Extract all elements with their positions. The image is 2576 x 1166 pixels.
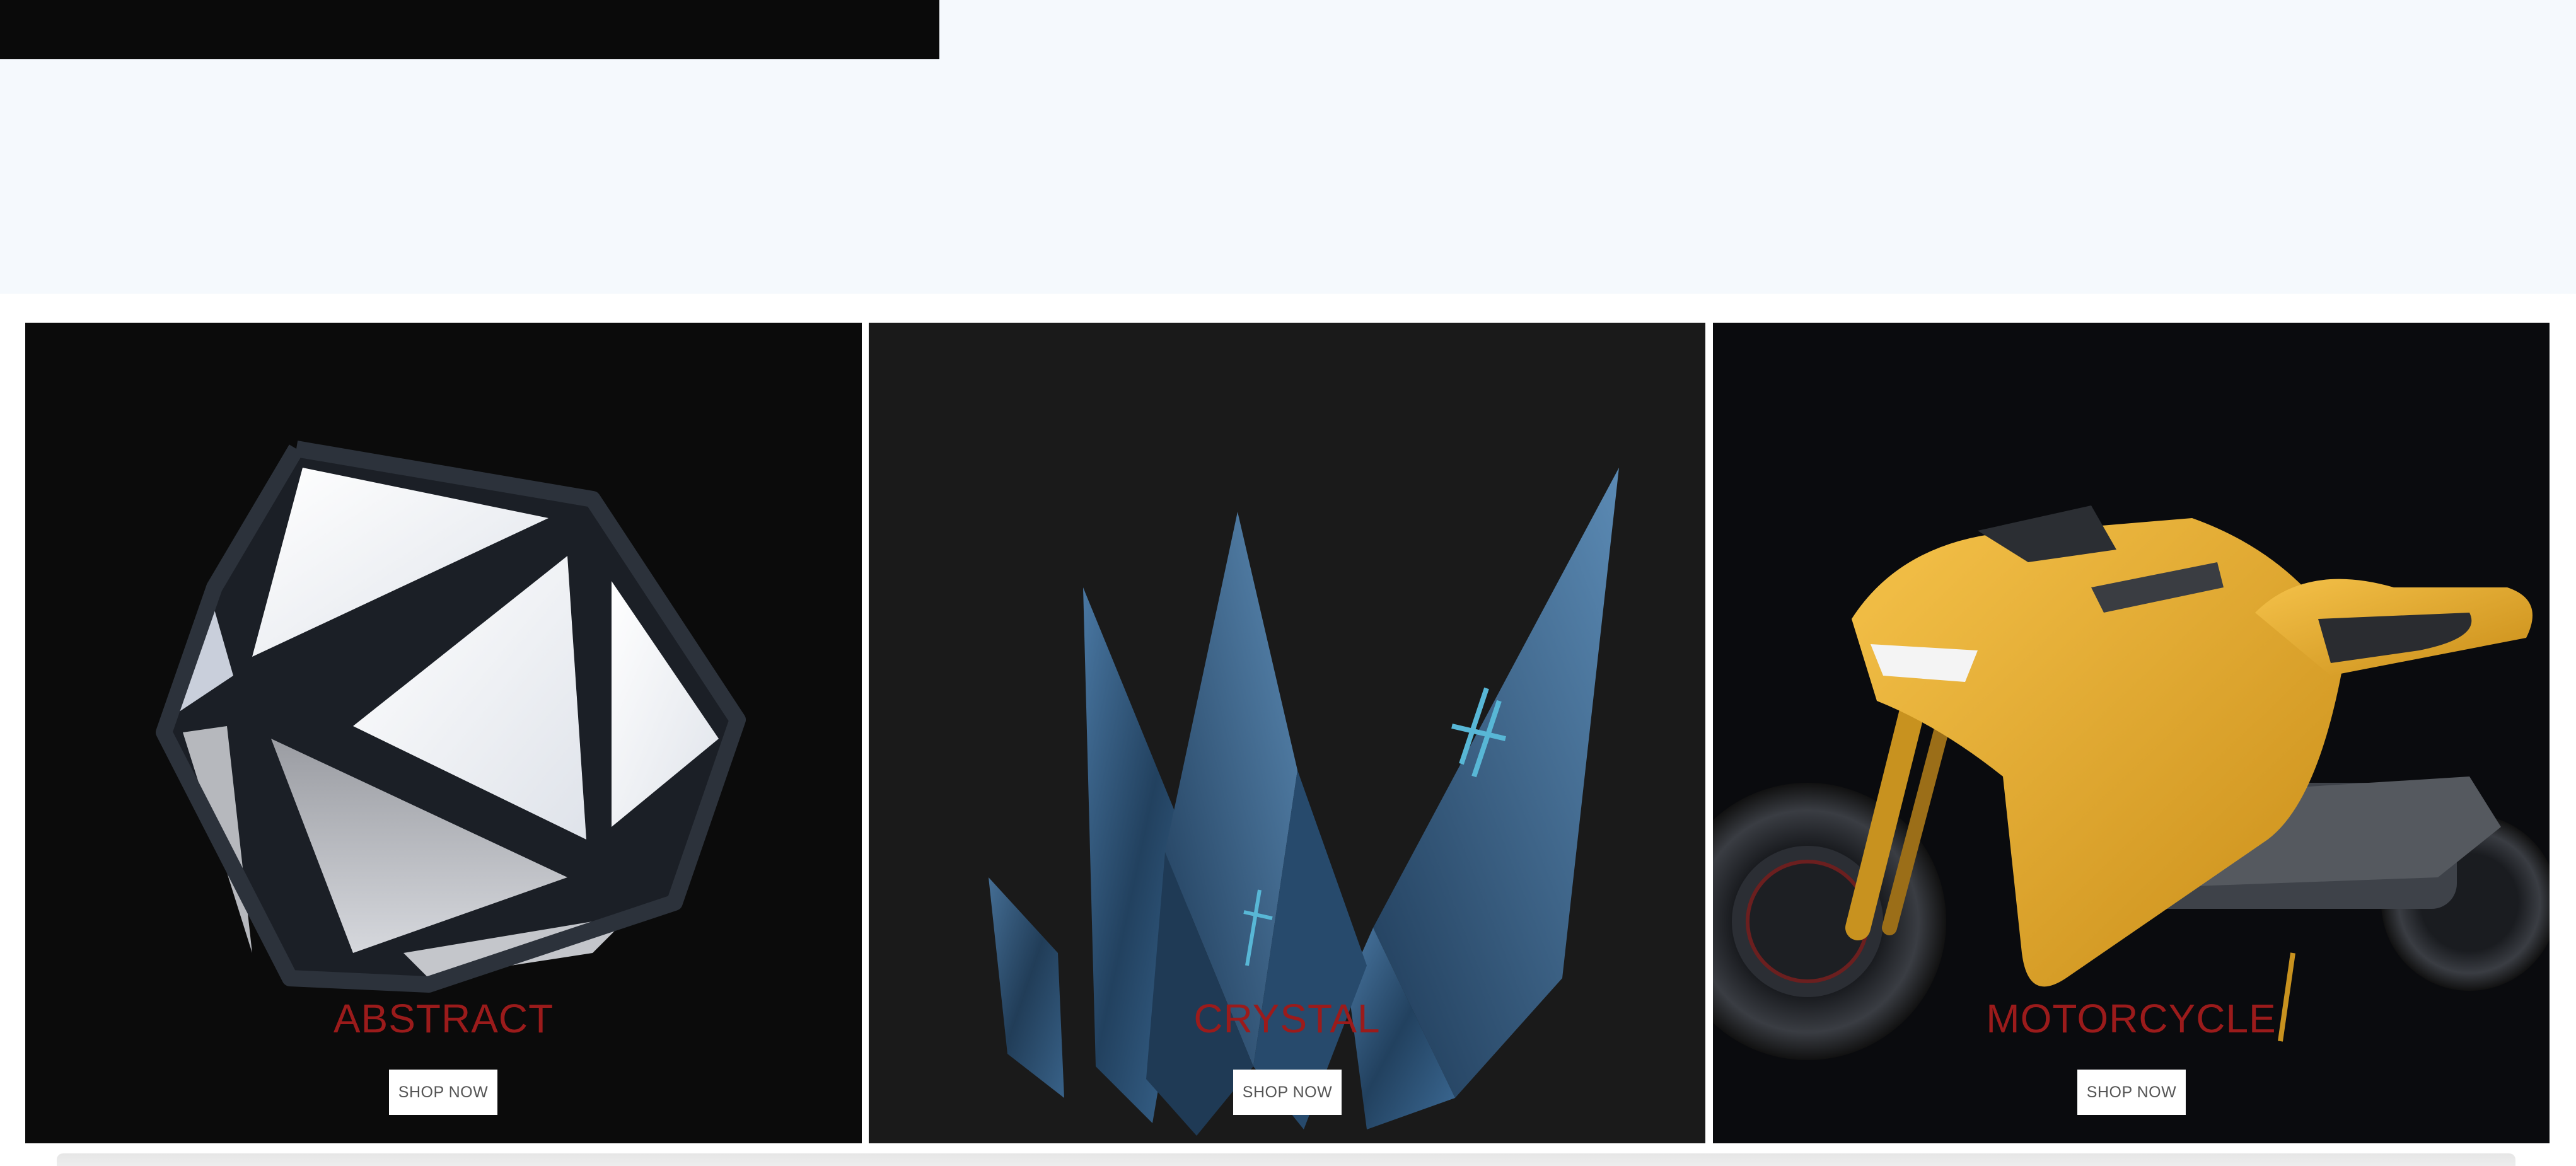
next-section-edge: [57, 1153, 2515, 1166]
category-card-crystal[interactable]: CRYSTAL SHOP NOW: [869, 323, 1705, 1143]
shop-now-button-abstract[interactable]: SHOP NOW: [389, 1070, 497, 1115]
hero-banner-area: [0, 59, 2576, 294]
card-title-motorcycle: MOTORCYCLE: [1986, 996, 2277, 1041]
top-navigation-bar: [0, 0, 939, 59]
shop-now-button-crystal[interactable]: SHOP NOW: [1233, 1070, 1342, 1115]
shop-now-button-motorcycle[interactable]: SHOP NOW: [2077, 1070, 2186, 1115]
card-title-crystal: CRYSTAL: [1193, 996, 1381, 1041]
category-card-motorcycle[interactable]: MOTORCYCLE SHOP NOW: [1713, 323, 2550, 1143]
card-title-abstract: ABSTRACT: [333, 996, 554, 1041]
category-card-abstract[interactable]: ABSTRACT SHOP NOW: [25, 323, 862, 1143]
